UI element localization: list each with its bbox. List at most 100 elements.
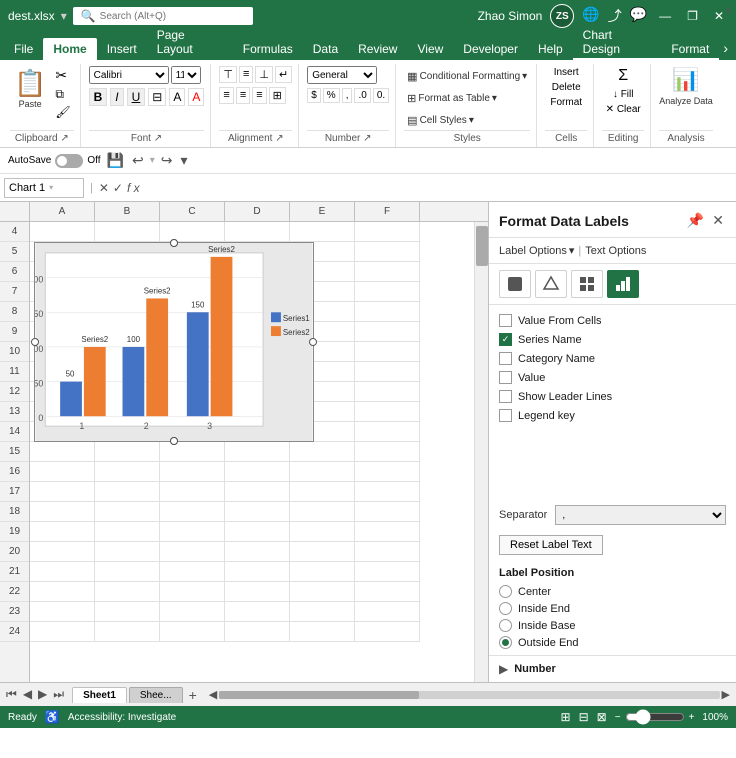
cell[interactable]	[30, 442, 95, 462]
search-box[interactable]: 🔍	[73, 7, 253, 25]
series-name-checkbox[interactable]	[499, 333, 512, 346]
cell[interactable]	[290, 482, 355, 502]
cell[interactable]	[160, 602, 225, 622]
show-leader-lines-checkbox[interactable]	[499, 390, 512, 403]
col-header-d[interactable]: D	[225, 202, 290, 221]
inside-end-radio[interactable]	[499, 602, 512, 615]
reset-label-text-button[interactable]: Reset Label Text	[499, 535, 603, 555]
row-14[interactable]: 14	[0, 422, 29, 442]
percent-button[interactable]: %	[323, 88, 340, 103]
outside-end-radio[interactable]	[499, 636, 512, 649]
row-19[interactable]: 19	[0, 522, 29, 542]
cell[interactable]	[355, 422, 420, 442]
vertical-scrollbar[interactable]	[474, 222, 488, 682]
cell[interactable]	[30, 462, 95, 482]
tab-insert[interactable]: Insert	[97, 38, 147, 60]
format-cells-button[interactable]: Format	[547, 96, 585, 109]
comma-button[interactable]: ,	[342, 88, 353, 103]
cell[interactable]	[95, 462, 160, 482]
panel-icon-fill[interactable]	[499, 270, 531, 298]
maximize-button[interactable]: ❐	[683, 9, 702, 23]
tab-help[interactable]: Help	[528, 38, 573, 60]
cell[interactable]	[290, 622, 355, 642]
legend-key-checkbox[interactable]	[499, 409, 512, 422]
tab-view[interactable]: View	[407, 38, 453, 60]
cell[interactable]	[160, 482, 225, 502]
cell[interactable]	[225, 482, 290, 502]
cell[interactable]	[95, 522, 160, 542]
italic-button[interactable]: I	[110, 88, 123, 106]
cell[interactable]	[355, 362, 420, 382]
clipboard-expand-icon[interactable]: ↗	[60, 133, 68, 144]
align-center-button[interactable]: ≡	[236, 87, 250, 104]
cell[interactable]	[95, 442, 160, 462]
cell[interactable]	[95, 602, 160, 622]
cell[interactable]	[30, 602, 95, 622]
ribbon-more-btn[interactable]: ›	[719, 36, 732, 60]
row-12[interactable]: 12	[0, 382, 29, 402]
sheet-tab-sheet2[interactable]: Shee...	[129, 687, 183, 703]
cell[interactable]	[290, 582, 355, 602]
cell[interactable]	[225, 622, 290, 642]
scroll-left-button[interactable]: ◀	[207, 688, 219, 701]
name-box[interactable]: Chart 1 ▾	[4, 178, 84, 198]
cell[interactable]	[225, 222, 290, 242]
cell[interactable]	[355, 222, 420, 242]
search-input[interactable]	[100, 11, 220, 22]
sum-button[interactable]: Σ	[615, 66, 631, 86]
cell[interactable]	[160, 522, 225, 542]
col-header-f[interactable]: F	[355, 202, 420, 221]
redo-button[interactable]: ↪	[159, 152, 175, 169]
row-24[interactable]: 24	[0, 622, 29, 642]
cell[interactable]	[95, 582, 160, 602]
cell[interactable]	[160, 562, 225, 582]
cell[interactable]	[290, 602, 355, 622]
col-header-b[interactable]: B	[95, 202, 160, 221]
normal-view-icon[interactable]: ⊞	[561, 710, 571, 724]
cell[interactable]	[355, 242, 420, 262]
font-family-select[interactable]: Calibri	[89, 66, 169, 84]
cell[interactable]	[160, 542, 225, 562]
col-header-c[interactable]: C	[160, 202, 225, 221]
row-16[interactable]: 16	[0, 462, 29, 482]
cell[interactable]	[30, 522, 95, 542]
cell[interactable]	[30, 622, 95, 642]
text-options-button[interactable]: Text Options	[585, 245, 646, 257]
col-header-a[interactable]: A	[30, 202, 95, 221]
handle-br[interactable]	[170, 437, 178, 445]
decrease-decimal-button[interactable]: 0.	[373, 88, 389, 103]
tab-file[interactable]: File	[4, 38, 43, 60]
row-13[interactable]: 13	[0, 402, 29, 422]
insert-cells-button[interactable]: Insert	[551, 66, 582, 79]
add-sheet-button[interactable]: +	[185, 687, 201, 703]
increase-decimal-button[interactable]: .0	[354, 88, 370, 103]
sheet-nav-first[interactable]: ⏮	[4, 687, 19, 702]
cell[interactable]	[355, 542, 420, 562]
cell[interactable]	[30, 542, 95, 562]
row-22[interactable]: 22	[0, 582, 29, 602]
delete-cells-button[interactable]: Delete	[549, 81, 584, 94]
row-15[interactable]: 15	[0, 442, 29, 462]
align-left-button[interactable]: ≡	[219, 87, 233, 104]
cell[interactable]	[355, 522, 420, 542]
cell[interactable]	[355, 322, 420, 342]
panel-close-icon[interactable]: ✕	[710, 210, 726, 231]
font-expand-icon[interactable]: ↗	[154, 133, 162, 144]
cancel-formula-button[interactable]: ✕	[99, 181, 109, 195]
cell[interactable]	[225, 602, 290, 622]
row-4[interactable]: 4	[0, 222, 29, 242]
sheet-nav-next[interactable]: ▶	[36, 687, 49, 702]
cell[interactable]	[355, 482, 420, 502]
cell[interactable]	[160, 442, 225, 462]
cut-button[interactable]: ✂	[52, 66, 73, 85]
cell[interactable]	[290, 222, 355, 242]
number-format-select[interactable]: General	[307, 66, 377, 84]
scrollbar-thumb[interactable]	[476, 226, 488, 266]
cell[interactable]	[290, 462, 355, 482]
cell[interactable]	[30, 582, 95, 602]
cell[interactable]	[290, 562, 355, 582]
panel-pin-icon[interactable]: 📌	[685, 210, 706, 231]
tab-home[interactable]: Home	[43, 38, 96, 60]
chart-container[interactable]: 0 50 100 150 200	[34, 242, 314, 442]
analyze-data-button[interactable]: 📊	[669, 66, 702, 94]
